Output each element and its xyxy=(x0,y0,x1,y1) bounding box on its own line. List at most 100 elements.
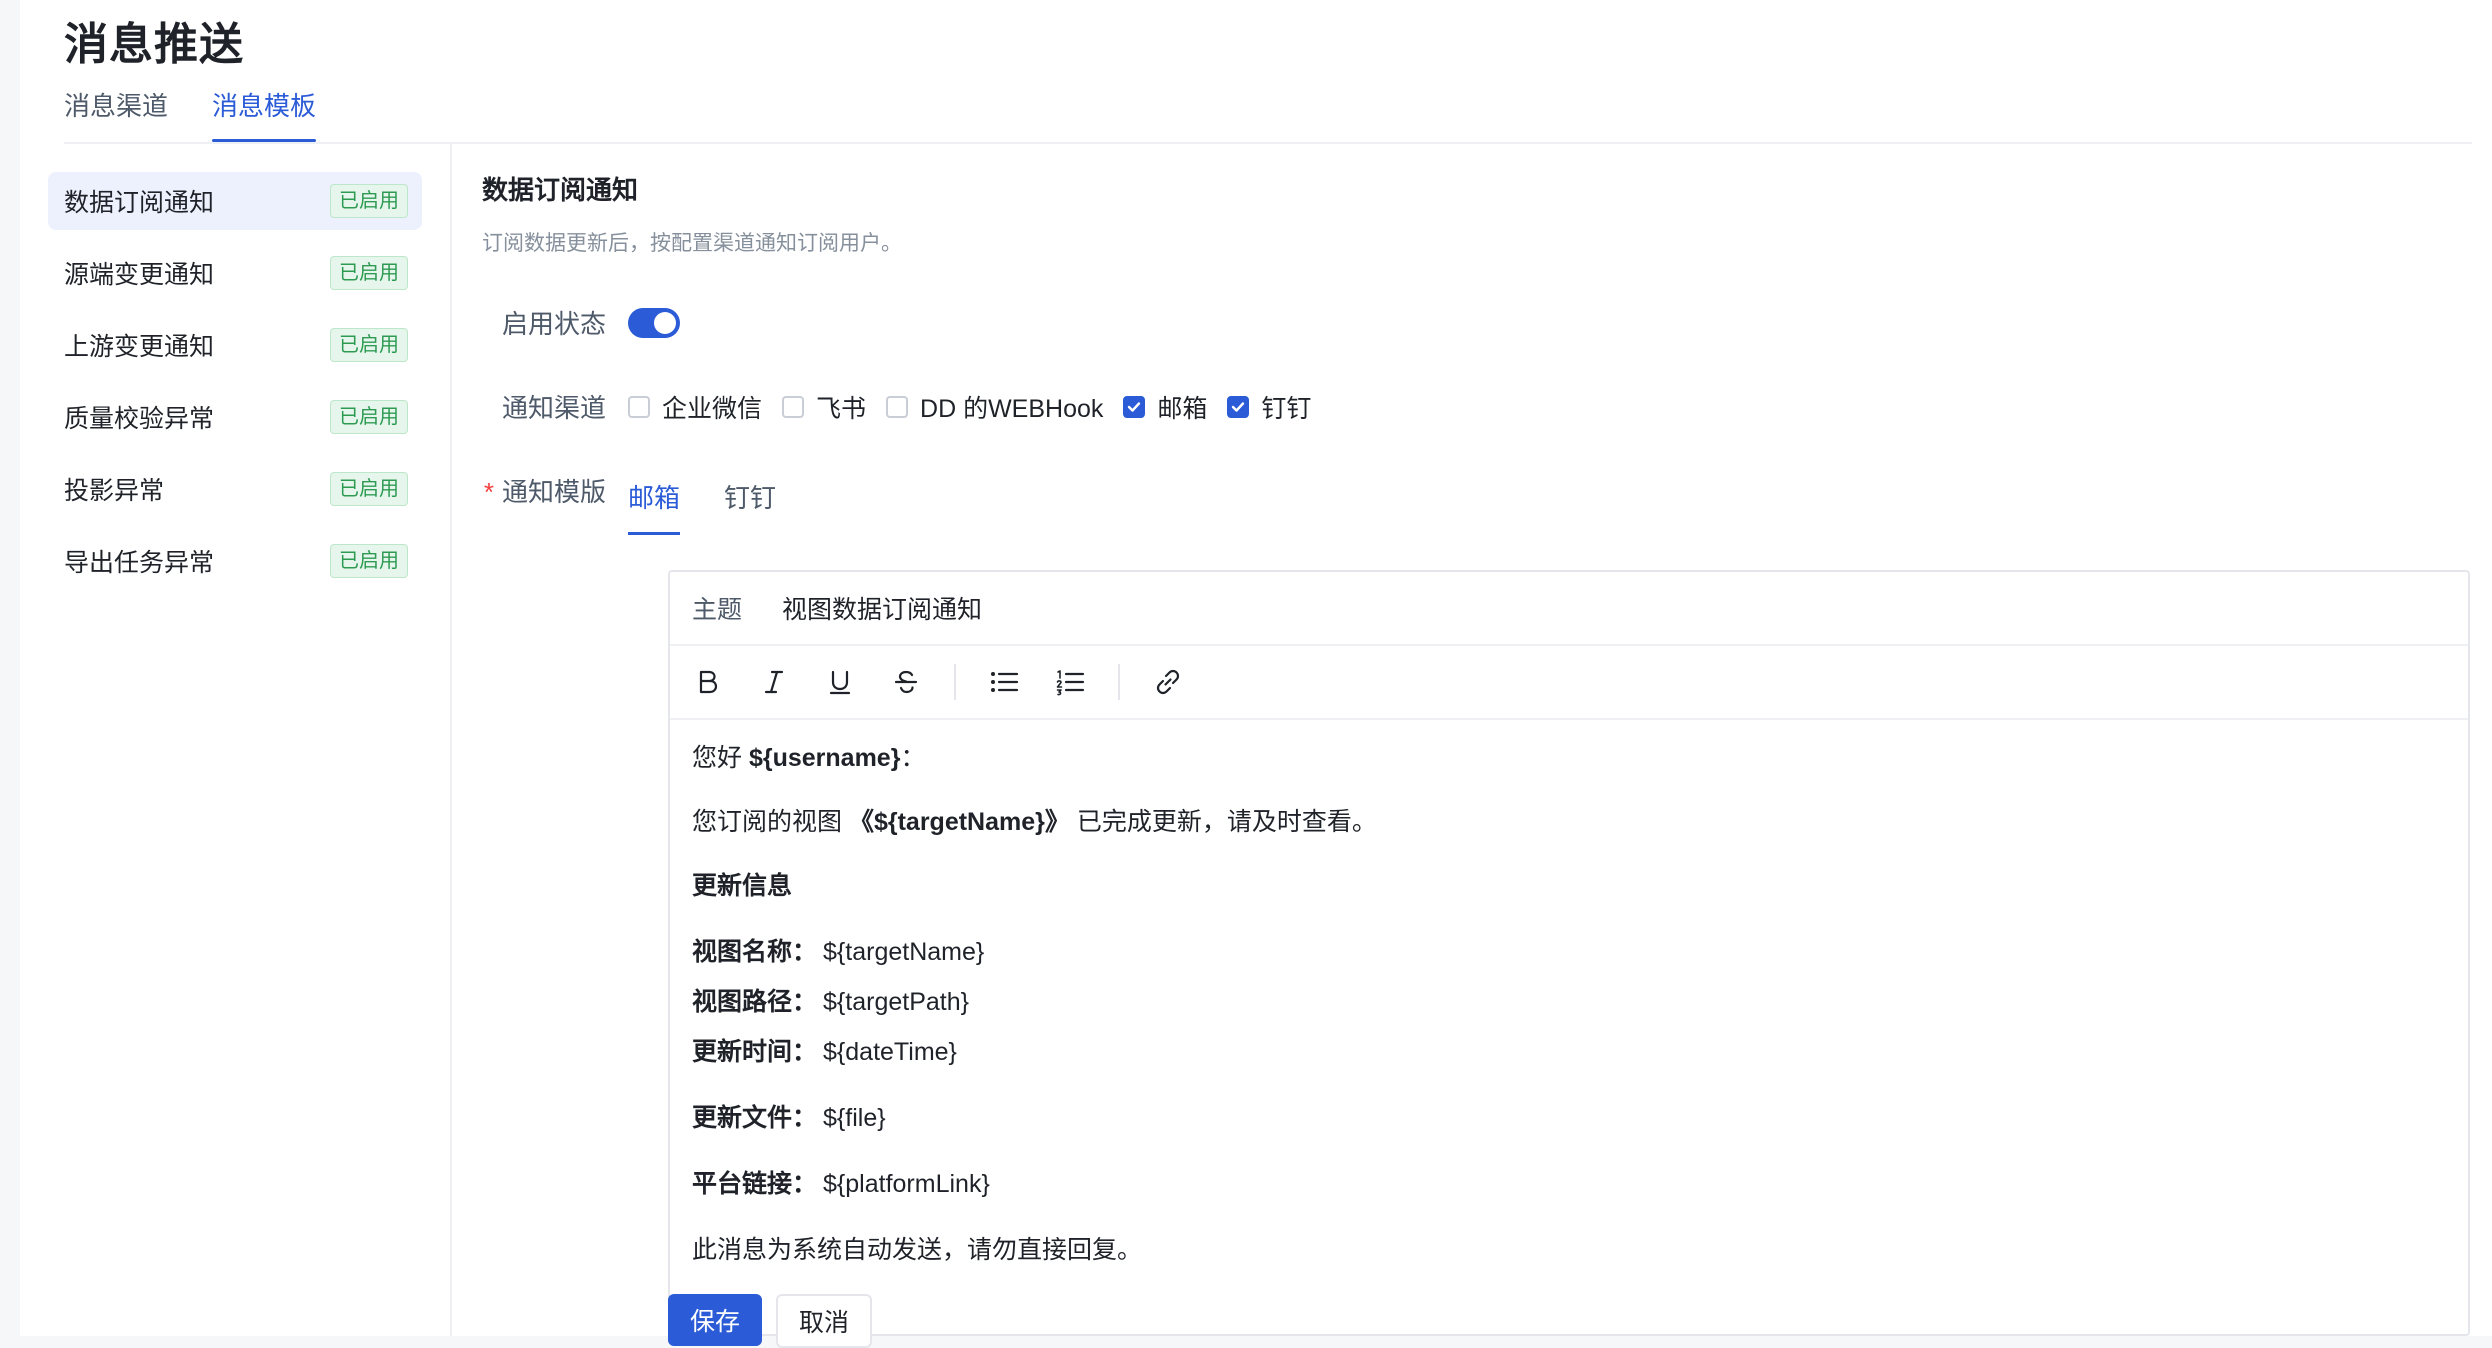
sidebar-item-label: 导出任务异常 xyxy=(64,549,215,577)
italic-icon[interactable] xyxy=(756,664,792,700)
status-badge: 已启用 xyxy=(330,472,408,506)
page-title: 消息推送 xyxy=(64,20,244,69)
template-detail: 数据订阅通知 订阅数据更新后，按配置渠道通知订阅用户。 启用状态 通知渠道 企业… xyxy=(482,170,2470,535)
underline-icon[interactable] xyxy=(822,664,858,700)
editor-toolbar xyxy=(670,646,2468,720)
greeting-suffix: ： xyxy=(900,744,926,772)
notice-prefix: 您订阅的视图 xyxy=(692,808,849,836)
detail-title: 数据订阅通知 xyxy=(482,175,639,205)
greeting-line: 您好 ${username}： xyxy=(692,742,2446,774)
notice-suffix: 已完成更新，请及时查看。 xyxy=(1069,808,1377,836)
editor-body[interactable]: 您好 ${username}： 您订阅的视图 《${targetName}》 已… xyxy=(670,720,2468,1288)
bullet-list-icon[interactable] xyxy=(986,664,1022,700)
checkbox-label: 飞书 xyxy=(816,394,867,423)
sidebar-item-label: 上游变更通知 xyxy=(64,333,215,361)
cancel-button[interactable]: 取消 xyxy=(776,1294,872,1348)
section-heading: 更新信息 xyxy=(692,870,2446,902)
footer-note: 此消息为系统自动发送，请勿直接回复。 xyxy=(692,1236,1143,1264)
ordered-list-icon[interactable] xyxy=(1052,664,1088,700)
sidebar-item-label: 质量校验异常 xyxy=(64,405,215,433)
template-row: * 通知模版 邮箱 钉钉 xyxy=(482,472,776,535)
subject-input[interactable]: 视图数据订阅通知 xyxy=(782,590,982,626)
toggle-knob xyxy=(654,311,676,334)
tab-email-template[interactable]: 邮箱 xyxy=(628,478,681,535)
checkbox-label: 钉钉 xyxy=(1261,394,1312,423)
bold-icon[interactable] xyxy=(690,664,726,700)
subject-row[interactable]: 主题 视图数据订阅通知 xyxy=(670,572,2468,646)
template-label-text: 通知模版 xyxy=(501,477,606,507)
check-icon xyxy=(1123,395,1146,418)
detail-description: 订阅数据更新后，按配置渠道通知订阅用户。 xyxy=(482,232,902,255)
field-line: 更新文件： ${file} xyxy=(692,1102,2446,1134)
greeting-prefix: 您好 xyxy=(692,744,749,772)
field-value: ${file} xyxy=(823,1104,886,1132)
toolbar-separator xyxy=(954,664,956,700)
toolbar-separator xyxy=(1118,664,1120,700)
top-tabs: 消息渠道 消息模板 xyxy=(64,86,317,142)
template-editor: 主题 视图数据订阅通知 您好 ${username}： 您订阅的视图 《${ta… xyxy=(668,570,2470,1336)
status-badge: 已启用 xyxy=(330,256,408,290)
top-divider xyxy=(64,142,2472,144)
field-value: ${platformLink} xyxy=(823,1170,990,1198)
sidebar-divider xyxy=(450,144,452,1336)
sidebar-item-export-task-error[interactable]: 导出任务异常 已启用 xyxy=(48,532,422,590)
channel-webhook-checkbox[interactable]: DD 的WEBHook xyxy=(886,389,1103,425)
target-name-variable: 《${targetName}》 xyxy=(848,808,1070,836)
checkbox-box xyxy=(886,395,909,418)
tab-message-channel[interactable]: 消息渠道 xyxy=(64,86,168,142)
sidebar-item-label: 数据订阅通知 xyxy=(64,189,215,217)
enable-toggle[interactable] xyxy=(628,307,680,338)
sidebar-item-source-change[interactable]: 源端变更通知 已启用 xyxy=(48,244,422,302)
checkbox-box xyxy=(628,395,650,418)
sidebar-item-quality-check[interactable]: 质量校验异常 已启用 xyxy=(48,388,422,446)
enable-row: 启用状态 xyxy=(482,304,680,341)
channel-row: 通知渠道 企业微信 飞书 DD 的WEBHook 邮箱 钉钉 xyxy=(482,388,1311,425)
enable-label: 启用状态 xyxy=(501,309,606,339)
sidebar-item-projection-error[interactable]: 投影异常 已启用 xyxy=(48,460,422,518)
link-icon[interactable] xyxy=(1150,664,1186,700)
required-mark: * xyxy=(483,477,494,507)
update-notice-line: 您订阅的视图 《${targetName}》 已完成更新，请及时查看。 xyxy=(692,806,2446,838)
section-heading-text: 更新信息 xyxy=(692,872,793,900)
channel-label: 通知渠道 xyxy=(501,393,606,423)
status-badge: 已启用 xyxy=(330,544,408,578)
subject-label: 主题 xyxy=(692,596,743,624)
field-label: 视图路径： xyxy=(692,988,818,1016)
field-line: 平台链接： ${platformLink} xyxy=(692,1168,2446,1200)
field-label: 更新文件： xyxy=(692,1104,818,1132)
channel-email-checkbox[interactable]: 邮箱 xyxy=(1123,389,1207,425)
page: 消息推送 消息渠道 消息模板 数据订阅通知 已启用 源端变更通知 已启用 上游变… xyxy=(20,0,2492,1348)
checkbox-box xyxy=(782,395,805,418)
field-line: 视图名称： ${targetName} xyxy=(692,936,2446,968)
channel-checkboxes: 企业微信 飞书 DD 的WEBHook 邮箱 钉钉 xyxy=(628,389,1311,425)
sidebar-item-upstream-change[interactable]: 上游变更通知 已启用 xyxy=(48,316,422,374)
sidebar-item-data-subscription[interactable]: 数据订阅通知 已启用 xyxy=(48,172,422,230)
field-label: 平台链接： xyxy=(692,1170,818,1198)
strikethrough-icon[interactable] xyxy=(888,664,924,700)
field-line: 视图路径： ${targetPath} xyxy=(692,986,2446,1018)
field-value: ${dateTime} xyxy=(823,1038,957,1066)
checkbox-label: DD 的WEBHook xyxy=(920,394,1104,423)
checkbox-label: 企业微信 xyxy=(662,394,763,423)
status-badge: 已启用 xyxy=(330,184,408,218)
status-badge: 已启用 xyxy=(330,328,408,362)
template-label: * 通知模版 xyxy=(482,472,628,509)
field-label: 视图名称： xyxy=(692,938,818,966)
template-tabs: 邮箱 钉钉 xyxy=(628,478,776,535)
template-sidebar: 数据订阅通知 已启用 源端变更通知 已启用 上游变更通知 已启用 质量校验异常 … xyxy=(48,172,422,604)
channel-feishu-checkbox[interactable]: 飞书 xyxy=(782,389,866,425)
sidebar-item-label: 投影异常 xyxy=(64,477,165,505)
sidebar-item-label: 源端变更通知 xyxy=(64,261,215,289)
channel-wecom-checkbox[interactable]: 企业微信 xyxy=(628,389,762,425)
checkbox-label: 邮箱 xyxy=(1157,394,1208,423)
status-badge: 已启用 xyxy=(330,400,408,434)
field-line: 更新时间： ${dateTime} xyxy=(692,1036,2446,1068)
save-button[interactable]: 保存 xyxy=(668,1294,762,1346)
check-icon xyxy=(1227,395,1250,418)
form-actions: 保存 取消 xyxy=(668,1294,872,1348)
field-value: ${targetPath} xyxy=(823,988,969,1016)
tab-message-template[interactable]: 消息模板 xyxy=(212,86,317,142)
field-label: 更新时间： xyxy=(692,1038,818,1066)
tab-dingtalk-template[interactable]: 钉钉 xyxy=(724,478,776,535)
channel-dingtalk-checkbox[interactable]: 钉钉 xyxy=(1227,389,1311,425)
